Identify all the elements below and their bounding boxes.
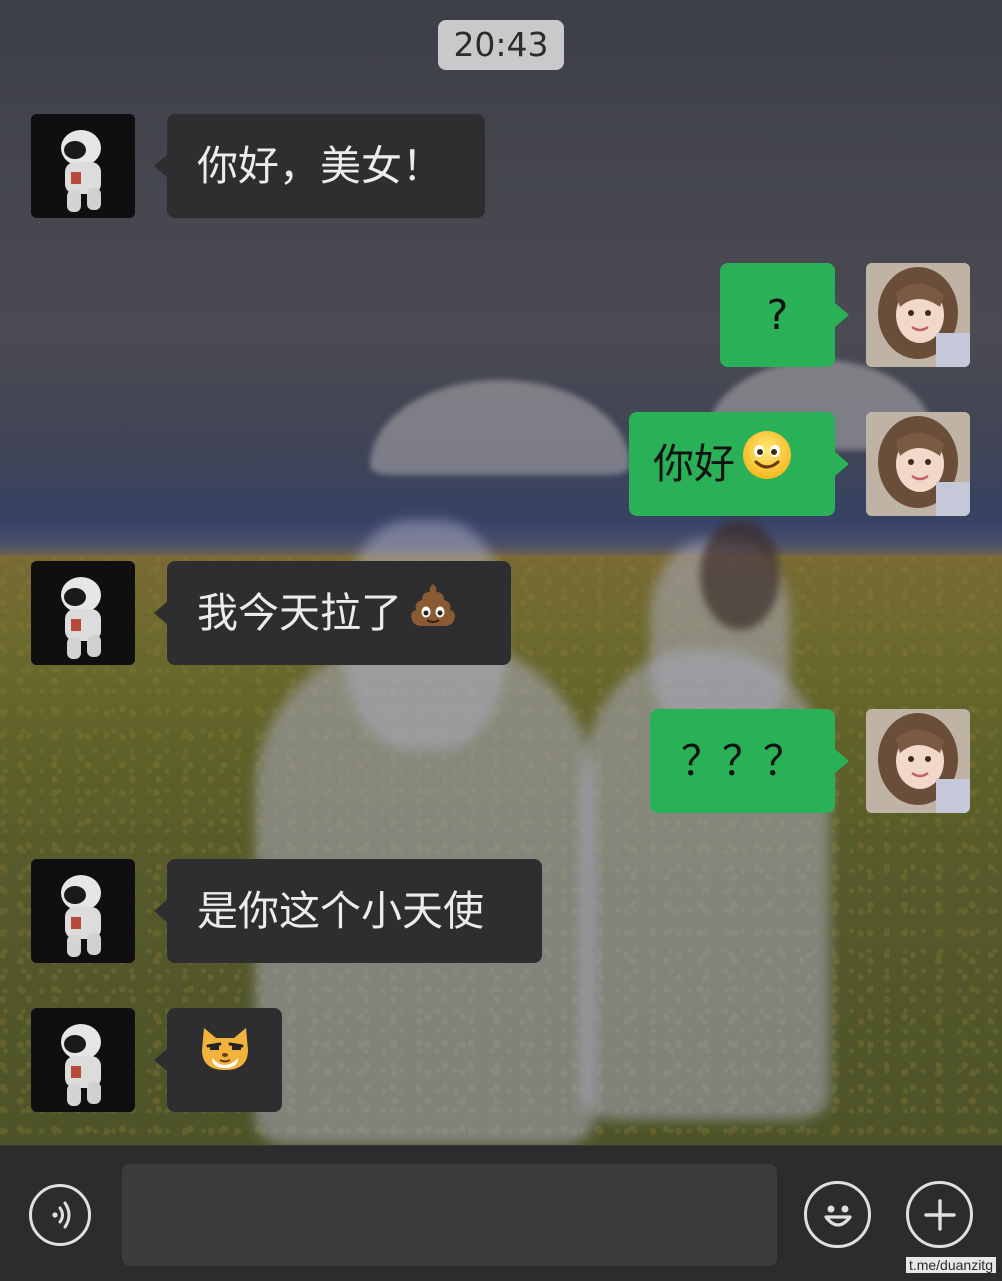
message-bubble-incoming[interactable]: [167, 1008, 282, 1112]
message-bubble-incoming[interactable]: 你好，美女！: [167, 114, 485, 218]
girl-avatar-icon: [866, 263, 970, 367]
girl-avatar-icon: [866, 709, 970, 813]
avatar[interactable]: [31, 114, 135, 218]
message-text: 你好，美女！: [197, 142, 443, 190]
input-bar: t.me/duanzitg: [0, 1145, 1002, 1281]
plus-icon: [923, 1198, 956, 1231]
avatar[interactable]: [866, 709, 970, 813]
emoji-button[interactable]: [804, 1181, 871, 1248]
message-bubble-outgoing[interactable]: 你好: [629, 412, 835, 516]
message-text: 是你这个小天使: [197, 887, 484, 935]
watermark: t.me/duanzitg: [905, 1257, 996, 1273]
girl-avatar-icon: [866, 412, 970, 516]
voice-icon: [52, 1201, 71, 1229]
message-text: 你好: [653, 440, 735, 488]
voice-button[interactable]: [29, 1184, 91, 1246]
astronaut-avatar-icon: [31, 859, 135, 963]
message-text: 我今天拉了: [197, 589, 402, 637]
message-bubble-incoming[interactable]: 我今天拉了: [167, 561, 511, 665]
plus-button[interactable]: [906, 1181, 973, 1248]
avatar[interactable]: [866, 412, 970, 516]
message-bubble-outgoing[interactable]: ?: [720, 263, 835, 367]
message-bubble-incoming[interactable]: 是你这个小天使: [167, 859, 542, 963]
message-text: ?: [766, 291, 789, 339]
astronaut-avatar-icon: [31, 1008, 135, 1112]
timestamp: 20:43: [438, 20, 564, 70]
astronaut-avatar-icon: [31, 114, 135, 218]
message-bubble-outgoing[interactable]: ？？？: [650, 709, 835, 813]
message-text: ？？？: [681, 737, 804, 785]
avatar[interactable]: [31, 561, 135, 665]
poop-emoji-icon: [408, 564, 458, 668]
astronaut-avatar-icon: [31, 561, 135, 665]
smile-emoji-icon: [741, 415, 793, 519]
message-input[interactable]: [122, 1164, 777, 1266]
avatar[interactable]: [866, 263, 970, 367]
sly-cat-emoji-icon: [198, 1008, 252, 1112]
avatar[interactable]: [31, 1008, 135, 1112]
avatar[interactable]: [31, 859, 135, 963]
emoji-icon: [823, 1205, 852, 1227]
